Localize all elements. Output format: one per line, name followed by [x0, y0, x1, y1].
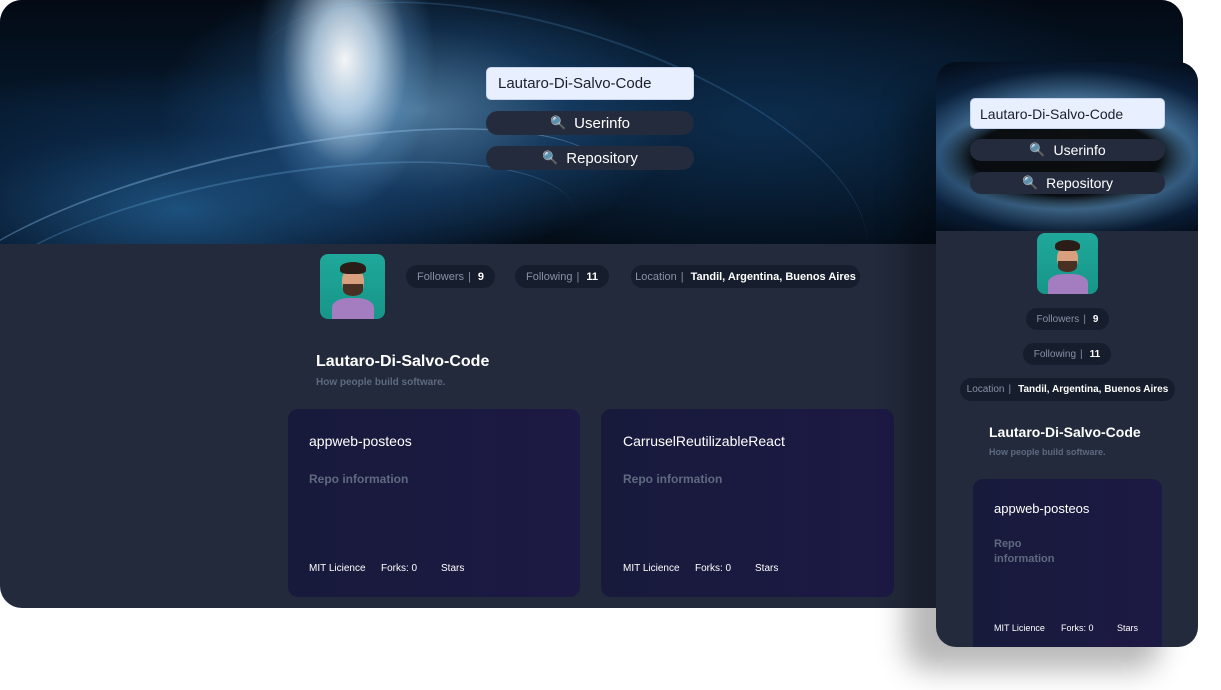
followers-badge: Followers | 9	[406, 265, 495, 288]
repo-stars: Stars	[1117, 623, 1139, 633]
mobile-following-badge: Following | 11	[1023, 343, 1111, 365]
location-label: Location	[635, 270, 677, 283]
location-label: Location	[966, 384, 1005, 395]
followers-label: Followers	[1036, 313, 1080, 325]
userinfo-button[interactable]: 🔍 Userinfo	[486, 111, 694, 135]
repo-info: Repo information	[994, 538, 1055, 565]
following-count: 11	[586, 270, 598, 283]
magnifier-icon: 🔍	[1021, 175, 1039, 190]
separator: |	[1083, 313, 1086, 325]
repo-forks: Forks: 0	[695, 563, 732, 574]
repo-info: Repo information	[623, 472, 723, 486]
repo-info: Repo information	[309, 472, 409, 486]
following-label: Following	[1033, 348, 1077, 360]
repo-forks: Forks: 0	[381, 563, 418, 574]
mobile-avatar	[1037, 233, 1098, 294]
repo-card[interactable]: CarruselReutilizableReact Repo informati…	[601, 409, 894, 597]
repo-license: MIT Licience	[994, 623, 1045, 633]
userinfo-label: Userinfo	[574, 114, 631, 132]
mobile-userinfo-button[interactable]: 🔍 Userinfo	[970, 139, 1165, 161]
repo-license: MIT Licience	[623, 563, 680, 574]
avatar-shirt	[1048, 274, 1088, 294]
repository-label: Repository	[566, 149, 638, 167]
repo-name[interactable]: appweb-posteos	[309, 433, 412, 449]
avatar	[320, 254, 385, 319]
repo-name[interactable]: appweb-posteos	[994, 501, 1089, 516]
mobile-tagline: How people build software.	[989, 447, 1106, 457]
avatar-hair	[340, 262, 366, 274]
followers-count: 9	[477, 270, 485, 283]
avatar-beard	[343, 284, 363, 296]
magnifier-icon: 🔍	[1029, 142, 1046, 157]
following-label: Following	[526, 270, 573, 283]
avatar-shirt	[332, 298, 374, 319]
followers-label: Followers	[416, 270, 465, 283]
repo-forks: Forks: 0	[1061, 623, 1094, 633]
magnifier-icon: 🔍	[542, 150, 559, 165]
following-badge: Following | 11	[515, 265, 609, 288]
separator: |	[1008, 384, 1012, 395]
repository-label: Repository	[1046, 175, 1114, 191]
separator: |	[680, 270, 684, 283]
avatar-hair	[1055, 240, 1080, 251]
search-input[interactable]	[486, 67, 694, 100]
following-count: 11	[1089, 348, 1101, 360]
mobile-repo-card[interactable]: appweb-posteos Repo information MIT Lici…	[973, 479, 1162, 647]
location-value: Tandil, Argentina, Buenos Aires	[690, 270, 856, 283]
userinfo-label: Userinfo	[1053, 142, 1106, 158]
location-value: Tandil, Argentina, Buenos Aires	[1018, 384, 1169, 395]
mobile-view: 🔍 Userinfo 🔍 Repository Followers | 9 Fo…	[936, 62, 1198, 647]
mobile-followers-badge: Followers | 9	[1026, 308, 1109, 330]
avatar-beard	[1058, 261, 1077, 272]
mobile-repository-button[interactable]: 🔍 Repository	[970, 172, 1165, 194]
separator: |	[1080, 348, 1083, 360]
mobile-search-input[interactable]	[970, 98, 1165, 129]
repo-stars: Stars	[441, 563, 465, 574]
repo-name[interactable]: CarruselReutilizableReact	[623, 433, 785, 449]
repo-license: MIT Licience	[309, 563, 366, 574]
separator: |	[468, 270, 471, 283]
repo-card[interactable]: appweb-posteos Repo information MIT Lici…	[288, 409, 580, 597]
separator: |	[576, 270, 580, 283]
location-badge: Location | Tandil, Argentina, Buenos Air…	[631, 265, 860, 288]
repo-stars: Stars	[755, 563, 779, 574]
followers-count: 9	[1092, 313, 1099, 325]
repository-button[interactable]: 🔍 Repository	[486, 146, 694, 170]
magnifier-icon: 🔍	[549, 115, 567, 130]
mobile-username: Lautaro-Di-Salvo-Code	[989, 424, 1141, 440]
tagline: How people build software.	[316, 377, 446, 388]
username: Lautaro-Di-Salvo-Code	[316, 353, 490, 370]
mobile-location-badge: Location | Tandil, Argentina, Buenos Air…	[960, 378, 1175, 401]
